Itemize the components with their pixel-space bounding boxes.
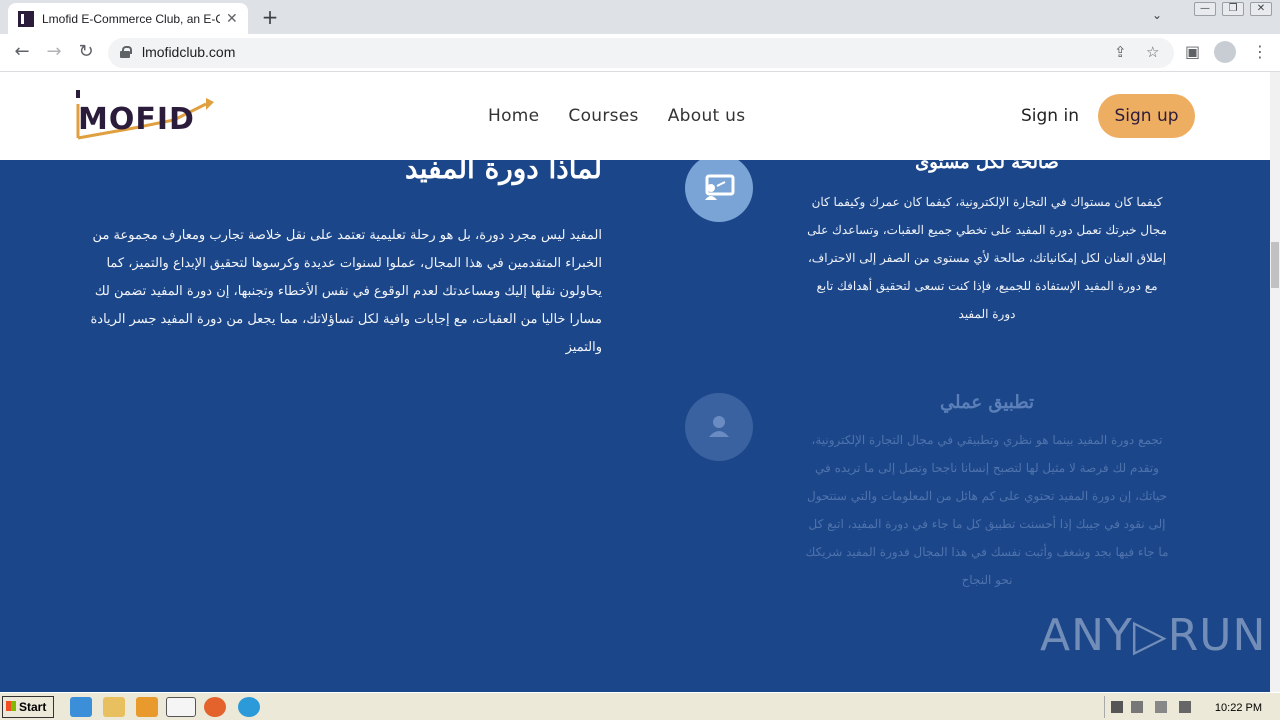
explorer-folder-icon[interactable] xyxy=(103,697,125,717)
why-paragraph: المفيد ليس مجرد دورة، بل هو رحلة تعليمية… xyxy=(90,228,603,355)
clock: 10:22 PM xyxy=(1214,702,1262,714)
system-tray: 10:22 PM xyxy=(1104,696,1278,718)
browser-toolbar: ← → ↻ lmofidclub.com ⇪ ☆ ▣ ⋮ xyxy=(0,34,1280,72)
maximize-button[interactable]: ❐ xyxy=(1222,2,1244,16)
media-player-icon[interactable] xyxy=(136,697,158,717)
ie-icon[interactable] xyxy=(70,697,92,717)
lmofid-logo[interactable]: MOFID xyxy=(74,90,214,142)
feature-title-practical: تطبيق عملي xyxy=(939,392,1035,413)
lock-icon[interactable] xyxy=(120,46,132,58)
main-nav: Home Courses About us xyxy=(488,106,745,126)
nav-about-us[interactable]: About us xyxy=(668,106,746,126)
reload-icon[interactable]: ↻ xyxy=(74,41,98,62)
show-hidden-icon[interactable] xyxy=(1111,701,1123,713)
feature-text-practical: تجمع دورة المفيد بينما هو نظري وتطبيقي ف… xyxy=(805,433,1169,587)
flag-icon[interactable] xyxy=(1155,701,1167,713)
sign-in-link[interactable]: Sign in xyxy=(1021,106,1079,126)
network-icon[interactable] xyxy=(1179,701,1191,713)
profile-avatar-icon[interactable] xyxy=(1214,41,1236,63)
user-icon xyxy=(685,393,753,461)
share-icon[interactable]: ⇪ xyxy=(1114,43,1127,61)
close-tab-icon[interactable]: ✕ xyxy=(226,11,238,27)
bookmark-star-icon[interactable]: ☆ xyxy=(1146,43,1159,61)
anyrun-watermark: ANY▷RUN xyxy=(1040,610,1267,661)
address-bar[interactable]: lmofidclub.com ⇪ ☆ xyxy=(108,38,1174,68)
tab-title: Lmofid E-Commerce Club, an E-Commerce xyxy=(42,11,220,26)
back-arrow-icon[interactable]: ← xyxy=(10,41,34,62)
why-title: لماذا دورة المفيد xyxy=(405,160,602,185)
tab-search-icon[interactable]: ⌄ xyxy=(1152,8,1162,22)
nav-courses[interactable]: Courses xyxy=(568,106,638,126)
presentation-icon xyxy=(685,160,753,222)
feature-text-every-level: كيفما كان مستواك في التجارة الإلكترونية،… xyxy=(807,195,1167,321)
url-text[interactable]: lmofidclub.com xyxy=(142,44,235,60)
side-panel-icon[interactable]: ▣ xyxy=(1185,42,1200,61)
page-scrollbar[interactable] xyxy=(1270,72,1280,692)
windows-taskbar: Start 10:22 PM xyxy=(0,692,1280,720)
new-tab-button[interactable]: + xyxy=(258,5,282,29)
logo-text: MOFID xyxy=(78,102,195,137)
close-window-button[interactable]: ✕ xyxy=(1250,2,1272,16)
why-section: لماذا دورة المفيد المفيد ليس مجرد دورة، … xyxy=(0,160,1270,692)
firefox-icon[interactable] xyxy=(204,697,226,717)
window-controls: — ❐ ✕ xyxy=(1194,2,1272,16)
browser-tab[interactable]: Lmofid E-Commerce Club, an E-Commerce ✕ xyxy=(8,3,248,34)
site-header: MOFID Home Courses About us Sign in Sign… xyxy=(0,72,1270,160)
browser-menu-icon[interactable]: ⋮ xyxy=(1252,42,1268,61)
chrome-taskbar-icon[interactable] xyxy=(166,697,196,717)
minimize-button[interactable]: — xyxy=(1194,2,1216,16)
volume-icon[interactable] xyxy=(1131,701,1143,713)
edge-icon[interactable] xyxy=(238,697,260,717)
sign-up-button[interactable]: Sign up xyxy=(1098,94,1195,138)
feature-title-every-level: صالحة لكل مستوى xyxy=(915,160,1059,173)
scrollbar-thumb[interactable] xyxy=(1271,242,1279,288)
site-favicon-icon xyxy=(18,10,34,27)
nav-home[interactable]: Home xyxy=(488,106,539,126)
start-button[interactable]: Start xyxy=(2,696,54,718)
forward-arrow-icon[interactable]: → xyxy=(42,41,66,62)
browser-tab-strip: Lmofid E-Commerce Club, an E-Commerce ✕ … xyxy=(0,0,1280,34)
